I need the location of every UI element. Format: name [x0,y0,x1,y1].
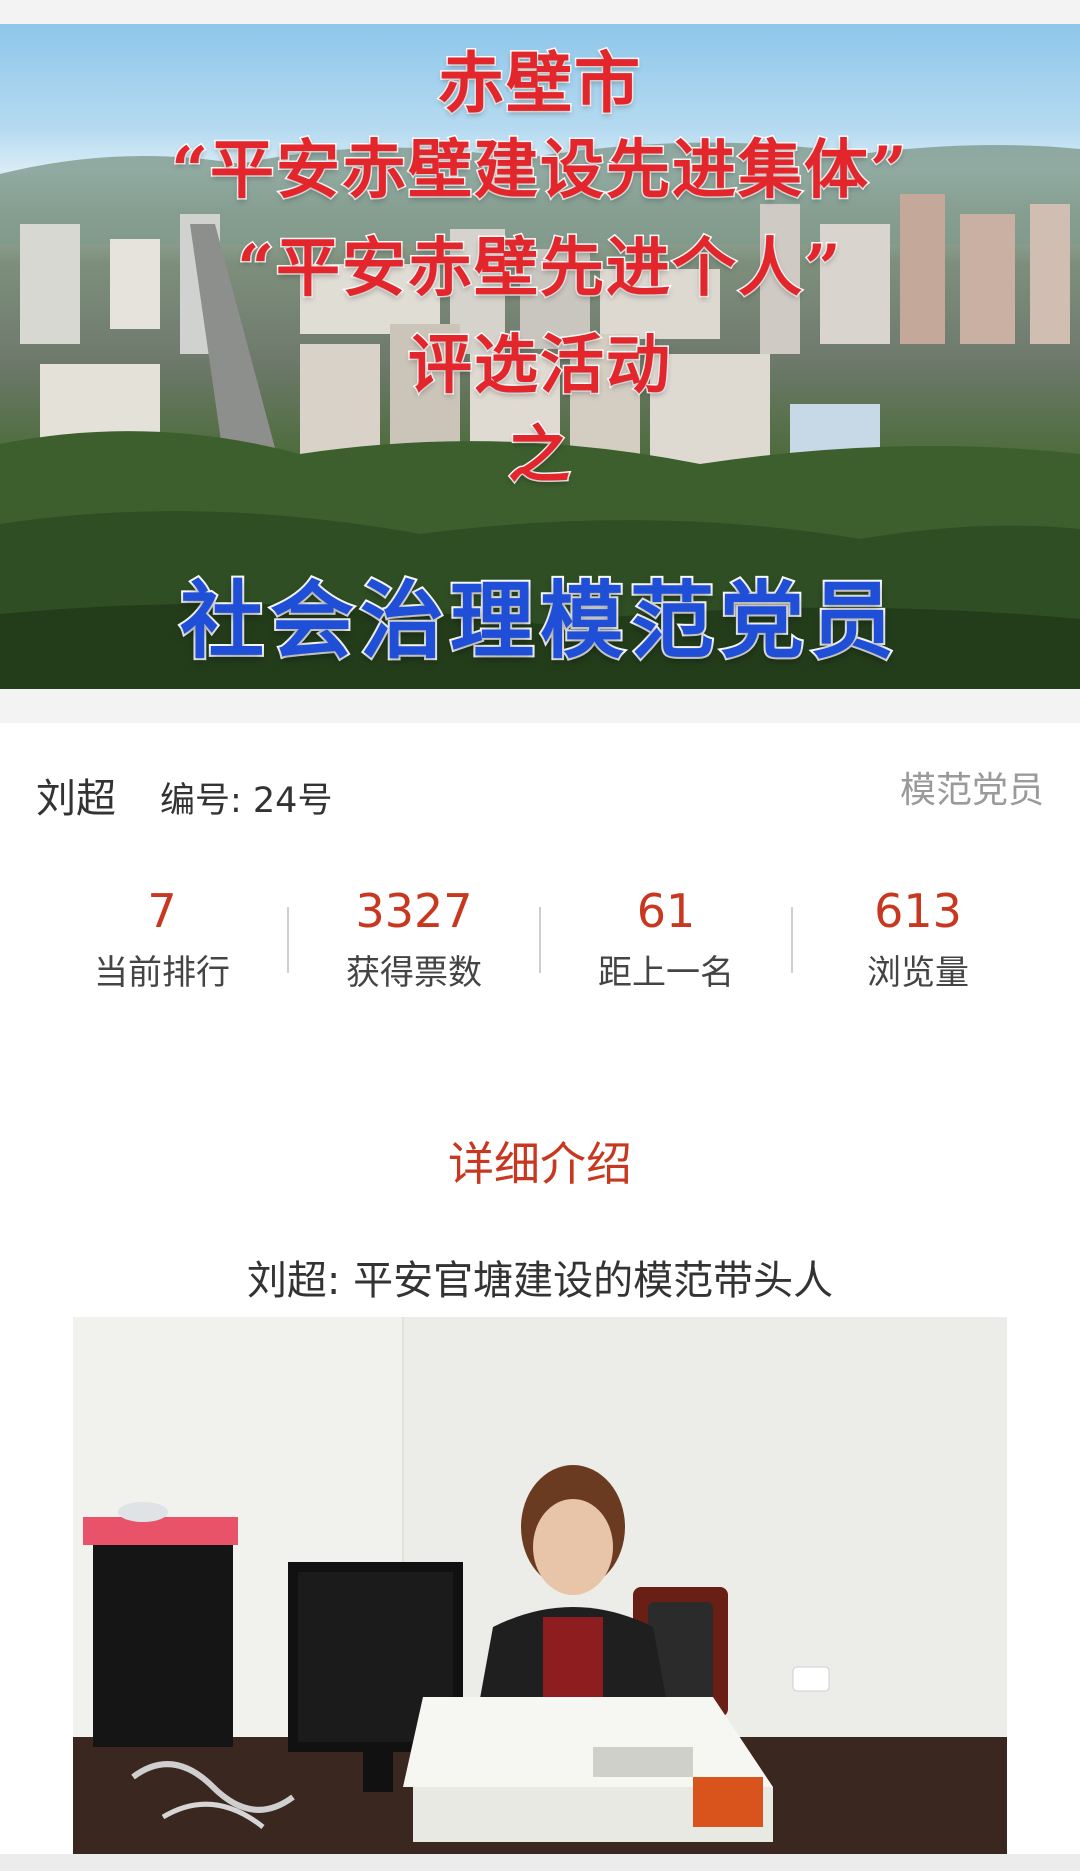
stat-gap: 61 距上一名 [540,883,792,1003]
candidate-number: 编号: 24号 [160,781,333,821]
stat-gap-value: 61 [636,884,696,938]
banner-city-title: 赤壁市 [437,43,642,124]
bottom-bar [0,1854,1080,1871]
stat-rank: 7 当前排行 [36,883,288,1003]
candidate-detail-card: 刘超 编号: 24号 模范党员 7 当前排行 3327 获得票数 61 距上一名… [0,723,1080,1854]
section-title-detail: 详细介绍 [448,1137,632,1191]
stat-votes: 3327 获得票数 [288,883,540,1003]
stat-views: 613 浏览量 [792,883,1044,1003]
stats-row: 7 当前排行 3327 获得票数 61 距上一名 613 浏览量 [36,883,1044,1003]
candidate-category: 模范党员 [899,770,1044,811]
status-bar [0,0,1080,24]
stat-rank-label: 当前排行 [94,953,230,993]
stat-rank-value: 7 [147,884,177,938]
candidate-photo [73,1317,1007,1854]
event-banner: 赤壁市 “平安赤壁建设先进集体” “平安赤壁先进个人” 评选活动 之 社会治理模… [0,24,1080,689]
article-title: 刘超: 平安官塘建设的模范带头人 [246,1258,834,1304]
banner-activity-title: 评选活动 [407,327,672,405]
candidate-name: 刘超 [36,776,116,822]
stat-views-label: 浏览量 [867,953,969,993]
banner-individual-title: “平安赤壁先进个人” [236,230,843,308]
stat-votes-value: 3327 [355,884,473,938]
stat-views-value: 613 [874,884,962,938]
stat-votes-label: 获得票数 [346,953,482,993]
stat-gap-label: 距上一名 [598,953,734,993]
banner-collective-title: “平安赤壁建设先进集体” [170,132,909,210]
banner-category-title: 社会治理模范党员 [178,569,900,672]
banner-connector: 之 [506,417,572,493]
office-scene-image [73,1317,1007,1854]
